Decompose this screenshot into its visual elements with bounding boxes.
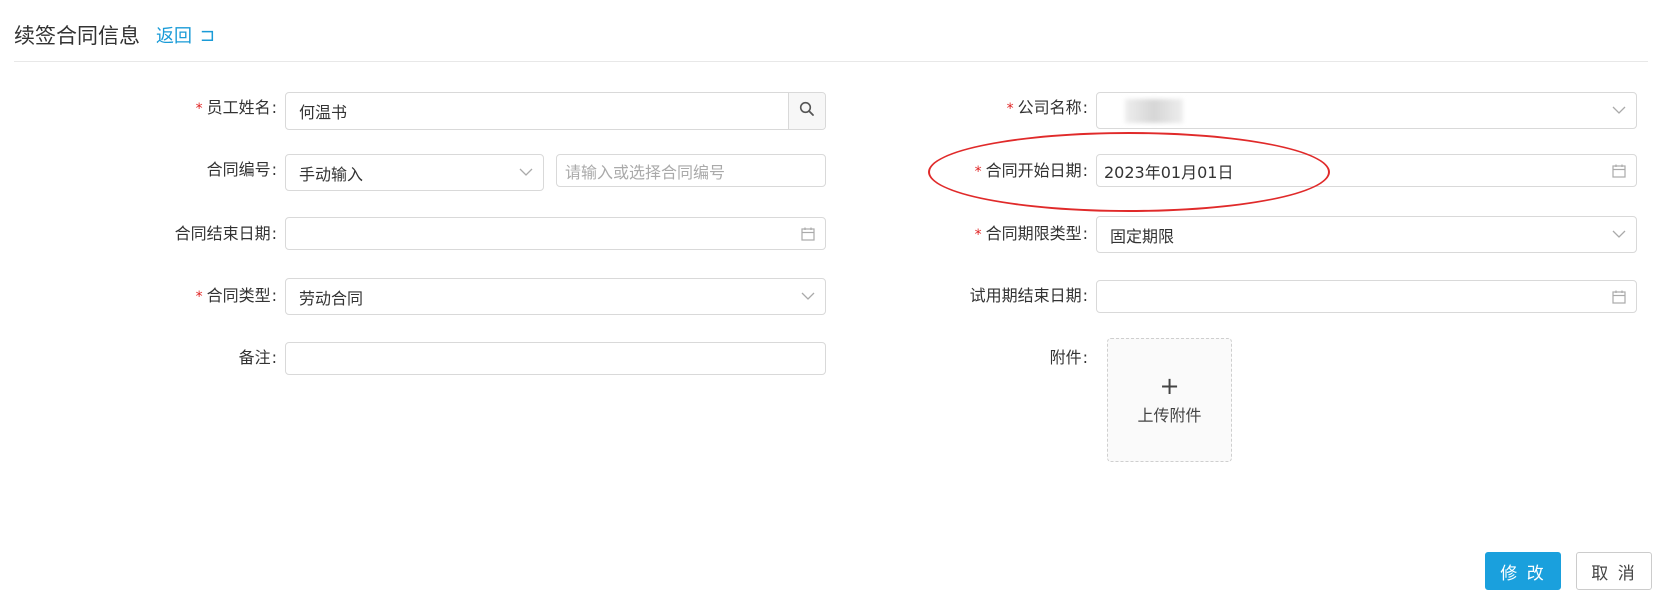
employee-search-button[interactable] [788, 93, 825, 129]
contract-end-date-picker[interactable] [285, 217, 826, 250]
required-mark: * [1006, 101, 1014, 117]
cancel-button[interactable]: 取 消 [1576, 552, 1652, 590]
term-type-select[interactable]: 固定期限 [1096, 216, 1637, 253]
submit-button[interactable]: 修 改 [1485, 552, 1561, 590]
contract-type-value: 劳动合同 [299, 288, 364, 308]
term-type-value: 固定期限 [1110, 226, 1175, 246]
contract-end-label: 合同结束日期: [174, 224, 277, 243]
employee-name-value: 何温书 [299, 103, 348, 122]
plus-icon: + [1159, 372, 1180, 400]
contract-no-mode-select[interactable]: 手动输入 [285, 154, 544, 191]
upload-label: 上传附件 [1137, 406, 1202, 425]
required-mark: * [974, 227, 982, 243]
search-icon [799, 101, 815, 121]
company-name-redacted [1125, 98, 1183, 123]
probation-end-label: 试用期结束日期: [969, 286, 1088, 305]
employee-name-label: * 员工姓名: [195, 98, 277, 117]
page-header: 续签合同信息 返回 ⊐ [14, 18, 215, 52]
required-mark: * [195, 101, 203, 117]
contract-no-placeholder: 请输入或选择合同编号 [565, 162, 726, 182]
back-link-label: 返回 [156, 26, 192, 47]
contract-no-mode-value: 手动输入 [299, 164, 364, 184]
company-name-select[interactable] [1096, 92, 1637, 129]
remark-label: 备注: [238, 348, 277, 367]
contract-start-label: * 合同开始日期: [974, 161, 1088, 180]
calendar-icon [1602, 164, 1636, 178]
chevron-down-icon [1602, 106, 1636, 115]
probation-end-date-picker[interactable] [1096, 280, 1637, 313]
employee-name-field[interactable]: 何温书 [285, 92, 826, 130]
remark-input[interactable] [285, 342, 826, 375]
return-icon: ⊐ [200, 24, 216, 46]
attachment-label: 附件: [1049, 348, 1088, 367]
contract-type-label: * 合同类型: [195, 286, 277, 305]
contract-type-select[interactable]: 劳动合同 [285, 278, 826, 315]
contract-no-input[interactable]: 请输入或选择合同编号 [556, 154, 826, 187]
term-type-label: * 合同期限类型: [974, 224, 1088, 243]
contract-no-label: 合同编号: [206, 160, 277, 179]
required-mark: * [195, 289, 203, 305]
calendar-icon [791, 227, 825, 241]
header-divider [14, 61, 1648, 62]
chevron-down-icon [791, 292, 825, 301]
contract-start-date-picker[interactable]: 2023年01月01日 [1096, 154, 1637, 187]
required-mark: * [974, 164, 982, 180]
page-title: 续签合同信息 [14, 24, 140, 48]
upload-attachment-button[interactable]: + 上传附件 [1107, 338, 1232, 462]
chevron-down-icon [1602, 230, 1636, 239]
company-name-label: * 公司名称: [1006, 98, 1088, 117]
contract-start-value: 2023年01月01日 [1104, 162, 1234, 182]
calendar-icon [1602, 290, 1636, 304]
chevron-down-icon [509, 168, 543, 177]
back-link[interactable]: 返回 ⊐ [156, 22, 215, 48]
